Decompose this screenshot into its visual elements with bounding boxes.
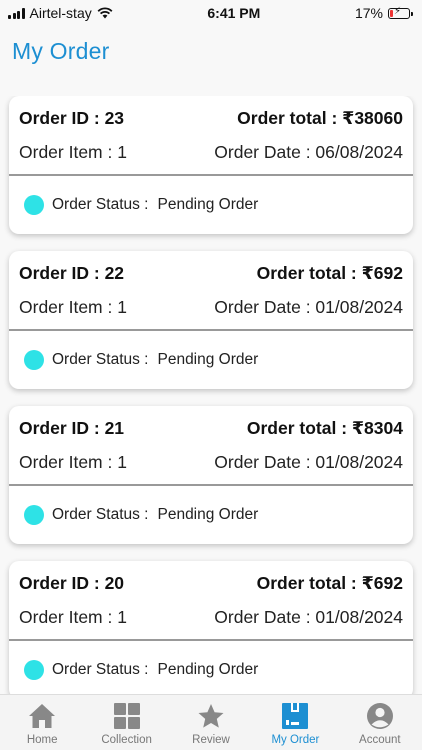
home-icon [29, 704, 56, 728]
tab-label: Review [192, 734, 230, 746]
order-id: Order ID : 22 [19, 263, 125, 283]
order-total: Order total : ₹692 [256, 573, 403, 593]
order-status-label: Order Status : [52, 506, 149, 523]
order-status-value: Pending Order [157, 351, 259, 368]
box-icon [282, 703, 309, 729]
order-total: Order total : ₹38060 [237, 108, 403, 128]
card-divider [9, 329, 413, 331]
tab-account[interactable]: Account [338, 695, 422, 750]
tab-label: Home [26, 734, 58, 746]
order-status-value: Pending Order [157, 196, 259, 213]
order-card[interactable]: Order ID : 22 Order total : ₹692 Order I… [9, 251, 413, 389]
order-id: Order ID : 21 [19, 418, 125, 438]
battery-percent: 17% [354, 5, 383, 21]
tab-label: My Order [271, 734, 320, 746]
carrier-name: Airtel-stay [29, 5, 92, 21]
order-status-label: Order Status : [52, 196, 149, 213]
card-divider [9, 639, 413, 641]
order-card[interactable]: Order ID : 20 Order total : ₹692 Order I… [9, 561, 413, 694]
order-card[interactable]: Order ID : 23 Order total : ₹38060 Order… [9, 96, 413, 234]
order-item-count: Order Item : 1 [19, 452, 127, 472]
order-status-label: Order Status : [52, 661, 149, 678]
order-card[interactable]: Order ID : 21 Order total : ₹8304 Order … [9, 406, 413, 544]
status-dot-icon [24, 660, 44, 680]
order-status-row: Order Status : Pending Order [24, 195, 258, 215]
order-total: Order total : ₹8304 [246, 418, 403, 438]
order-status-value: Pending Order [157, 506, 259, 523]
status-bar-right: 17% ⚡ [354, 5, 413, 21]
star-icon [198, 704, 224, 728]
grid-icon [113, 703, 140, 729]
tab-my-order[interactable]: My Order [253, 695, 337, 750]
battery-icon: ⚡ [388, 6, 413, 19]
tab-label: Account [359, 734, 401, 746]
order-list[interactable]: Order ID : 23 Order total : ₹38060 Order… [0, 96, 422, 694]
order-item-count: Order Item : 1 [19, 142, 127, 162]
tab-home[interactable]: Home [0, 695, 84, 750]
status-dot-icon [24, 195, 44, 215]
status-dot-icon [24, 350, 44, 370]
status-bar: Airtel-stay 6:41 PM 17% ⚡ [0, 0, 422, 26]
order-status-row: Order Status : Pending Order [24, 505, 258, 525]
status-dot-icon [24, 505, 44, 525]
tab-collection[interactable]: Collection [84, 695, 168, 750]
status-bar-left: Airtel-stay [8, 5, 113, 21]
order-date: Order Date : 01/08/2024 [214, 452, 403, 472]
tab-review[interactable]: Review [169, 695, 253, 750]
card-divider [9, 174, 413, 176]
order-date: Order Date : 01/08/2024 [214, 297, 403, 317]
tab-label: Collection [101, 734, 152, 746]
wifi-icon [97, 7, 113, 19]
order-total: Order total : ₹692 [256, 263, 403, 283]
bottom-tab-bar: Home Collection Review My Order Account [0, 694, 422, 750]
user-icon [366, 703, 393, 729]
order-date: Order Date : 06/08/2024 [214, 142, 403, 162]
order-status-label: Order Status : [52, 351, 149, 368]
page-title: My Order [12, 38, 110, 64]
order-item-count: Order Item : 1 [19, 297, 127, 317]
order-status-row: Order Status : Pending Order [24, 660, 258, 680]
order-date: Order Date : 01/08/2024 [214, 607, 403, 627]
order-id: Order ID : 20 [19, 573, 125, 593]
order-status-value: Pending Order [157, 661, 259, 678]
clock: 6:41 PM [207, 5, 261, 21]
signal-icon [8, 7, 25, 19]
order-item-count: Order Item : 1 [19, 607, 127, 627]
order-id: Order ID : 23 [19, 108, 125, 128]
order-status-row: Order Status : Pending Order [24, 350, 258, 370]
card-divider [9, 484, 413, 486]
